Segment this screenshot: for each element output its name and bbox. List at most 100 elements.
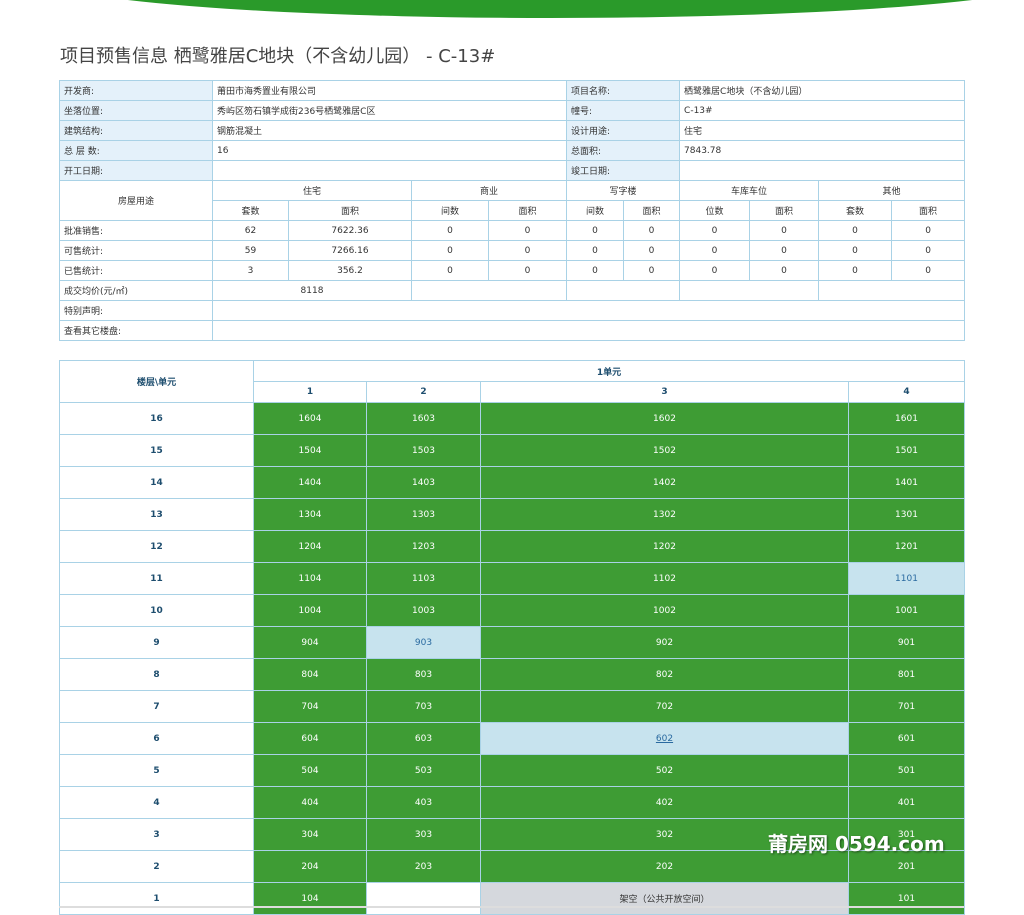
unit-number: 204 (301, 861, 319, 872)
unit-cell[interactable]: 1501 (847, 434, 966, 467)
unit-number: 402 (655, 797, 674, 808)
stats-cell: 0 (566, 220, 625, 241)
unit-cell[interactable]: 1102 (480, 562, 849, 595)
unit-cell[interactable]: 604 (253, 722, 367, 755)
unit-number: 904 (301, 637, 319, 648)
unit-cell[interactable]: 701 (847, 690, 966, 723)
unit-cell[interactable]: 1302 (480, 498, 849, 531)
floor-row: 5 504 503 502 501 (59, 754, 966, 787)
unit-cell[interactable]: 1202 (480, 530, 849, 563)
unit-cell[interactable]: 304 (253, 818, 367, 851)
sub-header: 面积 (487, 200, 568, 221)
avg-price-value: 8118 (212, 280, 412, 301)
unit-number: 1103 (412, 573, 435, 584)
other-projects-value (211, 320, 966, 341)
unit-cell[interactable]: 804 (253, 658, 367, 691)
unit-number: 804 (301, 669, 319, 680)
category-header: 商业 (410, 180, 568, 201)
unit-cell[interactable]: 1502 (480, 434, 849, 467)
stats-row-label: 批准销售: (59, 220, 213, 241)
unit-number: 503 (414, 765, 433, 776)
unit-number: 1204 (298, 541, 322, 552)
unit-cell[interactable]: 104 (253, 882, 367, 915)
unit-cell[interactable]: 401 (847, 786, 966, 819)
unit-cell[interactable]: 902 (480, 626, 849, 659)
unit-cell[interactable]: 1602 (480, 402, 849, 435)
unit-cell[interactable]: 603 (366, 722, 481, 755)
unit-cell[interactable]: 1103 (366, 562, 481, 595)
unit-cell[interactable]: 802 (480, 658, 849, 691)
unit-cell[interactable]: 1504 (253, 434, 367, 467)
unit-cell[interactable]: 501 (847, 754, 966, 787)
unit-cell[interactable]: 1002 (480, 594, 849, 627)
unit-cell[interactable]: 702 (480, 690, 849, 723)
unit-cell[interactable]: 602 (480, 722, 849, 755)
unit-cell[interactable]: 204 (253, 850, 367, 883)
unit-cell[interactable]: 1104 (253, 562, 367, 595)
unit-number: 802 (655, 669, 674, 680)
unit-number: 901 (897, 637, 916, 648)
unit-cell[interactable]: 704 (253, 690, 367, 723)
unit-number: 1002 (653, 605, 676, 616)
floor-label: 5 (59, 754, 254, 787)
unit-cell[interactable]: 1603 (366, 402, 481, 435)
unit-cell[interactable]: 601 (847, 722, 966, 755)
unit-cell[interactable]: 903 (366, 626, 481, 659)
unit-cell[interactable]: 703 (366, 690, 481, 723)
site-watermark: 莆房网 0594.com (768, 832, 945, 856)
unit-cell[interactable]: 1304 (253, 498, 367, 531)
unit-cell[interactable]: 1301 (847, 498, 966, 531)
unit-cell[interactable]: 303 (366, 818, 481, 851)
unit-cell[interactable]: 1004 (253, 594, 367, 627)
unit-cell[interactable]: 901 (847, 626, 966, 659)
unit-number: 1602 (653, 413, 676, 424)
unit-cell[interactable]: 1503 (366, 434, 481, 467)
unit-number: 1303 (412, 509, 435, 520)
unit-cell[interactable]: 1303 (366, 498, 481, 531)
project-name-label: 项目名称: (566, 80, 681, 101)
unit-cell[interactable]: 1203 (366, 530, 481, 563)
unit-cell[interactable]: 503 (366, 754, 481, 787)
unit-number: 701 (897, 701, 916, 712)
top-banner (0, 0, 1024, 20)
unit-cell[interactable]: 803 (366, 658, 481, 691)
unit-cell[interactable]: 1404 (253, 466, 367, 499)
unit-cell[interactable]: 1101 (847, 562, 966, 595)
floor-label: 16 (59, 402, 254, 435)
unit-number: 601 (897, 733, 916, 744)
unit-cell[interactable]: 1604 (253, 402, 367, 435)
stats-cell: 0 (679, 240, 751, 261)
unit-cell[interactable]: 1201 (847, 530, 966, 563)
unit-number: 501 (897, 765, 916, 776)
unit-cell[interactable]: 101 (847, 882, 966, 915)
unit-cell[interactable]: 1601 (847, 402, 966, 435)
unit-cell[interactable]: 502 (480, 754, 849, 787)
unit-cell[interactable]: 1001 (847, 594, 966, 627)
unit-cell[interactable]: 1204 (253, 530, 367, 563)
unit-cell[interactable]: 404 (253, 786, 367, 819)
stats-cell: 0 (623, 260, 681, 281)
stats-cell: 0 (818, 260, 893, 281)
unit-cell[interactable]: 1402 (480, 466, 849, 499)
column-header: 2 (366, 381, 481, 403)
unit-number: 604 (301, 733, 319, 744)
special-note-label: 特别声明: (59, 300, 213, 321)
unit-cell[interactable]: 504 (253, 754, 367, 787)
unit-number: 401 (897, 797, 916, 808)
unit-cell[interactable]: 801 (847, 658, 966, 691)
building-value: C-13# (679, 100, 966, 121)
finish-date-label: 竣工日期: (566, 160, 681, 181)
unit-cell[interactable]: 904 (253, 626, 367, 659)
sub-header: 位数 (679, 200, 751, 221)
unit-number: 1201 (895, 541, 918, 552)
structure-value: 钢筋混凝土 (211, 120, 568, 141)
floor-row: 11 1104 1103 1102 1101 (59, 562, 966, 595)
unit-cell[interactable]: 402 (480, 786, 849, 819)
unit-cell[interactable]: 203 (366, 850, 481, 883)
floor-label: 15 (59, 434, 254, 467)
unit-cell[interactable]: 1003 (366, 594, 481, 627)
stats-cell: 0 (891, 260, 966, 281)
unit-cell[interactable]: 1401 (847, 466, 966, 499)
unit-cell[interactable]: 403 (366, 786, 481, 819)
unit-cell[interactable]: 1403 (366, 466, 481, 499)
